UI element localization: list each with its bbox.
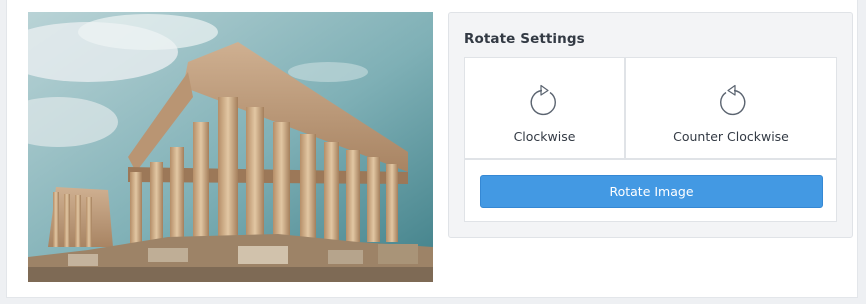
rotate-counter-clockwise-option[interactable]: Counter Clockwise [625, 57, 837, 159]
panel-title: Rotate Settings [464, 31, 585, 47]
rotate-clockwise-option[interactable]: Clockwise [464, 57, 625, 159]
rotate-settings-panel: Rotate Settings Clockwise Counter Clockw… [448, 12, 853, 238]
rotate-image-button[interactable]: Rotate Image [480, 175, 823, 208]
counter-clockwise-label: Counter Clockwise [673, 129, 789, 144]
clockwise-label: Clockwise [513, 129, 576, 144]
preview-image [28, 12, 433, 282]
rotate-clockwise-icon [530, 84, 556, 116]
parthenon-photo [28, 12, 433, 282]
action-box: Rotate Image [464, 159, 837, 222]
rotate-counter-clockwise-icon [720, 84, 746, 116]
editor-card: Rotate Settings Clockwise Counter Clockw… [6, 0, 858, 298]
